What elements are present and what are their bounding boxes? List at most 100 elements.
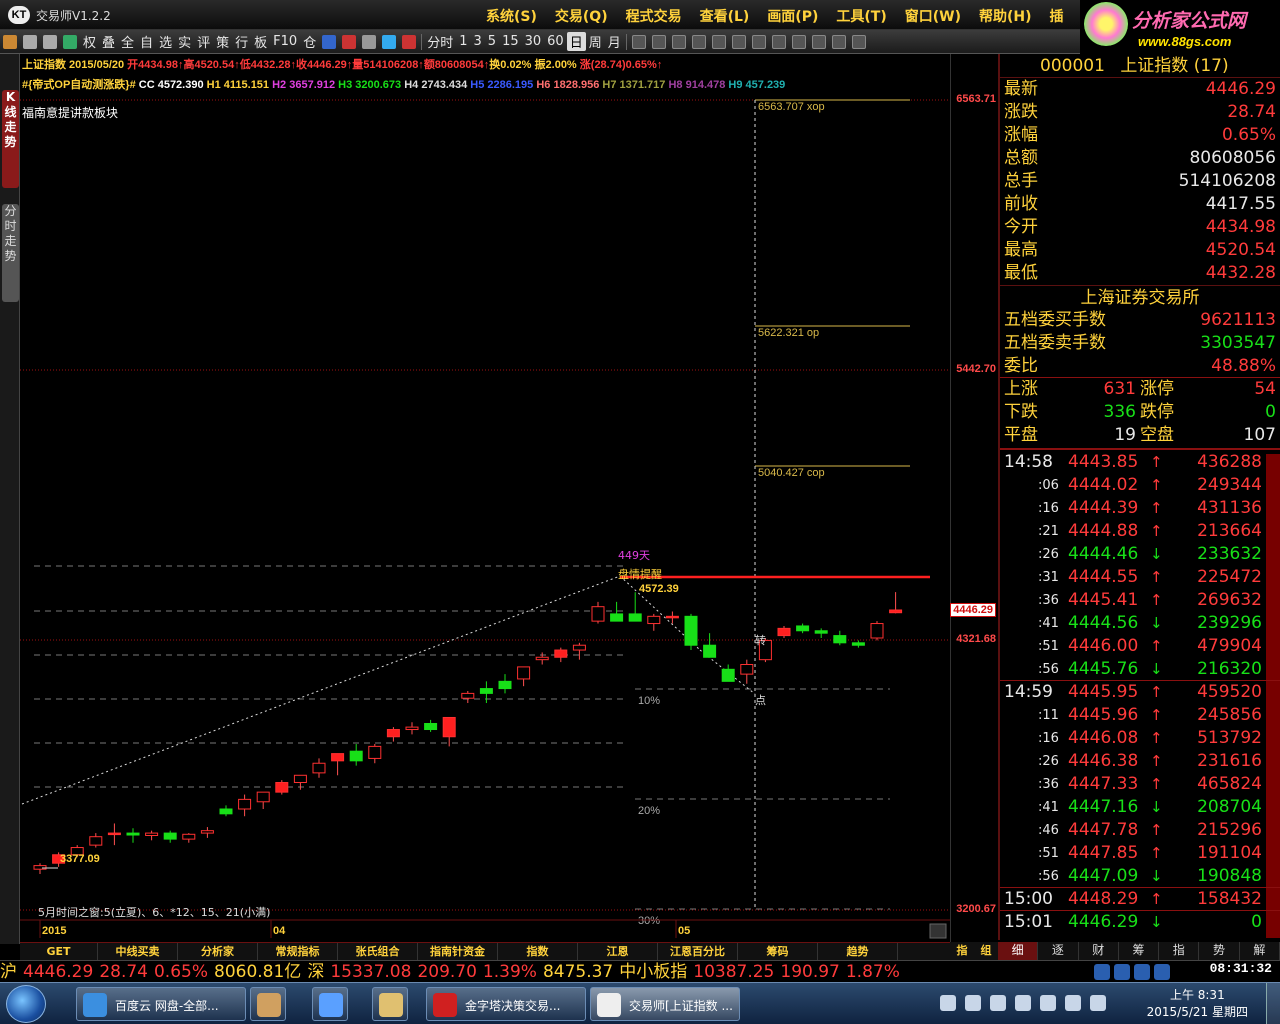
quote-view-tab[interactable]: 筹 (1119, 942, 1160, 960)
monitor-icon[interactable] (1065, 995, 1081, 1011)
candle-body[interactable] (461, 692, 475, 699)
candle-body[interactable] (647, 615, 661, 625)
tick-row[interactable]: 14:59 4445.95 ↑ 459520 (1000, 681, 1280, 704)
candle-body[interactable] (33, 865, 47, 870)
menu-item[interactable]: 画面(P) (767, 6, 818, 26)
stock-icon[interactable] (1134, 964, 1150, 980)
tool-icon[interactable] (3, 34, 17, 49)
candle-body[interactable] (293, 774, 307, 784)
tray-clock[interactable]: 上午 8:31 2015/5/21 星期四 (1147, 987, 1248, 1021)
quote-view-tab[interactable]: 细 (998, 942, 1039, 960)
tick-row[interactable]: 14:58 4443.85 ↑ 436288 (1000, 451, 1280, 474)
tick-row[interactable]: :11 4445.96 ↑ 245856 (1000, 704, 1280, 727)
period-button[interactable]: 周 (586, 32, 605, 51)
tool-icon[interactable] (382, 34, 397, 49)
indicator-tab[interactable]: 常规指标 (258, 943, 338, 960)
drawing-tool-icon[interactable] (751, 34, 766, 49)
tick-row[interactable]: :16 4446.08 ↑ 513792 (1000, 727, 1280, 750)
candle-body[interactable] (684, 615, 698, 646)
quote-view-tab[interactable]: 解 (1240, 942, 1280, 960)
shield-icon[interactable] (1015, 995, 1031, 1011)
tool-icon[interactable] (322, 34, 337, 49)
period-button[interactable]: 月 (605, 32, 624, 51)
tick-row[interactable]: 15:01 4446.29 ↓ 0 (1000, 911, 1280, 934)
tick-row[interactable]: :56 4447.09 ↓ 190848 (1000, 865, 1280, 888)
s-icon[interactable] (1114, 964, 1130, 980)
tick-row[interactable]: :41 4444.56 ↓ 239296 (1000, 612, 1280, 635)
tick-row[interactable]: :51 4447.85 ↑ 191104 (1000, 842, 1280, 865)
tick-row[interactable]: :36 4445.41 ↑ 269632 (1000, 589, 1280, 612)
tool-icon[interactable] (362, 34, 377, 49)
drawing-tool-icon[interactable] (691, 34, 706, 49)
toolbar-button[interactable]: 策 (213, 32, 232, 51)
tick-row[interactable]: :36 4447.33 ↑ 465824 (1000, 773, 1280, 796)
candle-body[interactable] (368, 745, 382, 759)
taskbar-button[interactable] (312, 987, 348, 1021)
candle-body[interactable] (498, 680, 512, 690)
candle-body[interactable] (833, 635, 847, 644)
quote-view-tab[interactable]: 指 (1159, 942, 1200, 960)
drawing-tool-icon[interactable] (771, 34, 786, 49)
candle-body[interactable] (424, 722, 438, 731)
taskbar-button[interactable]: 金字塔决策交易... (426, 987, 586, 1021)
menu-item[interactable]: 帮助(H) (979, 6, 1032, 26)
candle-body[interactable] (572, 644, 586, 651)
candle-body[interactable] (182, 833, 196, 840)
quote-view-tab[interactable]: 势 (1199, 942, 1240, 960)
indicator-tab[interactable]: 指数 (498, 943, 578, 960)
indicator-tab[interactable]: GET (20, 943, 98, 960)
toolbar-button[interactable]: 自 (137, 32, 156, 51)
candle-body[interactable] (126, 832, 140, 836)
network-icon[interactable] (1094, 964, 1110, 980)
period-button[interactable]: 3 (471, 34, 485, 49)
candle-body[interactable] (777, 627, 791, 637)
period-button[interactable]: 15 (499, 34, 522, 49)
taskbar-button[interactable] (250, 987, 286, 1021)
tick-row[interactable]: :31 4444.55 ↑ 225472 (1000, 566, 1280, 589)
toolbar-button[interactable]: 选 (156, 32, 175, 51)
toolbar-button[interactable]: 实 (175, 32, 194, 51)
tool-icon[interactable] (23, 34, 37, 49)
start-button[interactable] (6, 985, 46, 1023)
quote-view-tab[interactable]: 逐 (1038, 942, 1079, 960)
candle-body[interactable] (442, 716, 456, 738)
tick-row[interactable]: :26 4446.38 ↑ 231616 (1000, 750, 1280, 773)
toolbar-button[interactable]: 行 (232, 32, 251, 51)
candle-body[interactable] (554, 649, 568, 658)
candle-body[interactable] (386, 729, 400, 738)
candle-body[interactable] (256, 791, 270, 803)
tool-icon[interactable] (43, 34, 57, 49)
candle-body[interactable] (851, 642, 865, 646)
menu-item[interactable]: 系统(S) (486, 6, 537, 26)
tick-row[interactable]: :06 4444.02 ↑ 249344 (1000, 474, 1280, 497)
indicator-tab[interactable]: 指南针资金 (418, 943, 498, 960)
indicator-tab[interactable]: 筹码 (738, 943, 818, 960)
drawing-tool-icon[interactable] (671, 34, 686, 49)
indicator-tab[interactable]: 江恩百分比 (658, 943, 738, 960)
candle-body[interactable] (517, 666, 531, 680)
candle-body[interactable] (312, 762, 326, 774)
candle-body[interactable] (479, 688, 493, 694)
candle-body[interactable] (610, 613, 624, 622)
flag-icon[interactable] (1040, 995, 1056, 1011)
toolbar-button[interactable]: 全 (118, 32, 137, 51)
drawing-tool-icon[interactable] (791, 34, 806, 49)
volume-icon[interactable] (1090, 995, 1106, 1011)
candle-body[interactable] (331, 753, 345, 762)
candle-body[interactable] (535, 656, 549, 661)
period-button[interactable]: 5 (485, 34, 499, 49)
tool-icon[interactable] (63, 34, 77, 49)
candle-body[interactable] (721, 668, 735, 682)
candle-body[interactable] (89, 836, 103, 846)
lock-icon[interactable] (990, 995, 1006, 1011)
candle-body[interactable] (349, 750, 363, 762)
drawing-tool-icon[interactable] (631, 34, 646, 49)
toolbar-button[interactable]: 仓 (300, 32, 319, 51)
tool-icon[interactable] (402, 34, 417, 49)
toolbar-button[interactable]: F10 (270, 34, 300, 49)
scroll-button[interactable] (929, 923, 947, 939)
toolbar-button[interactable]: 板 (251, 32, 270, 51)
candle-body[interactable] (870, 623, 884, 639)
tick-row[interactable]: :16 4444.39 ↑ 431136 (1000, 497, 1280, 520)
tool-icon[interactable] (342, 34, 357, 49)
